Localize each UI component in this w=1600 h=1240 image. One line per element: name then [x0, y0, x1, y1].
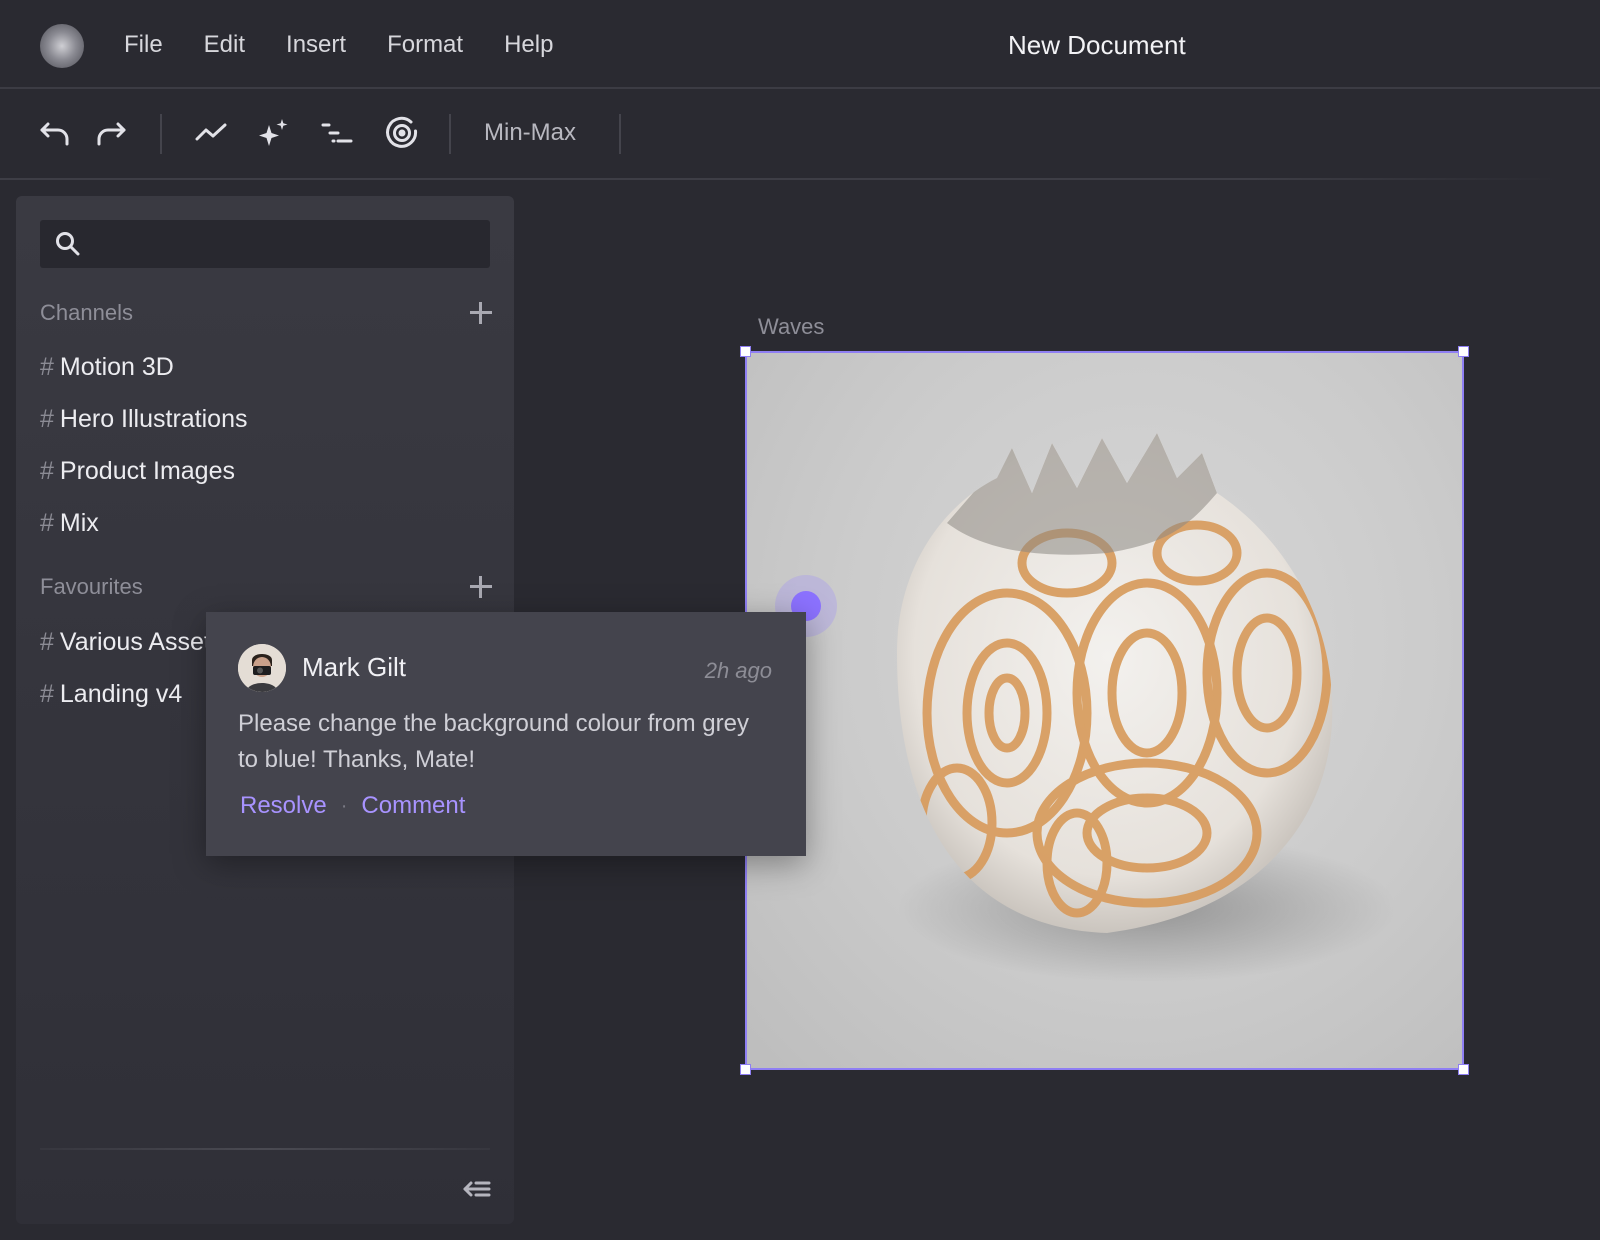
- add-channel-button[interactable]: [468, 300, 494, 326]
- channel-label: Mix: [59, 509, 99, 537]
- action-separator: ·: [340, 794, 348, 817]
- search-icon: [56, 232, 80, 256]
- hash-icon: #: [40, 353, 54, 381]
- target-tool-button[interactable]: [383, 114, 421, 152]
- toolbar-separator: [619, 114, 621, 154]
- comment-actions: Resolve · Comment: [240, 792, 465, 820]
- menu-edit[interactable]: Edit: [204, 31, 245, 59]
- hash-icon: #: [40, 405, 54, 433]
- list-indent-icon: [321, 123, 353, 143]
- favourite-item[interactable]: # Landing v4: [40, 680, 182, 709]
- comment-button[interactable]: Comment: [361, 792, 465, 820]
- channel-item[interactable]: # Product Images: [40, 457, 235, 486]
- hash-icon: #: [40, 457, 54, 485]
- artboard-frame[interactable]: [745, 351, 1464, 1070]
- toolbar-separator: [160, 114, 162, 154]
- favourites-heading: Favourites: [40, 574, 143, 599]
- vase-image: [897, 433, 1397, 983]
- comment-author: Mark Gilt: [302, 652, 406, 682]
- search-box: [40, 220, 490, 268]
- sidebar-divider: [40, 1148, 490, 1150]
- avatar: [238, 644, 286, 692]
- toolbar-divider: [0, 178, 1560, 180]
- add-favourite-button[interactable]: [468, 574, 494, 600]
- target-icon: [386, 116, 418, 148]
- frame-label: Waves: [758, 314, 825, 339]
- undo-button[interactable]: [36, 114, 74, 152]
- line-chart-icon: [195, 123, 227, 141]
- main-menu: File Edit Insert Format Help: [124, 0, 594, 89]
- undo-icon: [40, 122, 69, 146]
- favourite-label: Various Assets: [59, 628, 224, 656]
- search-input[interactable]: [94, 220, 484, 268]
- line-tool-button[interactable]: [192, 114, 230, 152]
- menu-insert[interactable]: Insert: [286, 31, 346, 59]
- comment-popup: Mark Gilt 2h ago Please change the backg…: [206, 612, 806, 856]
- channel-item[interactable]: # Motion 3D: [40, 353, 174, 382]
- collapse-sidebar-icon[interactable]: [462, 1174, 492, 1204]
- menu-file[interactable]: File: [124, 31, 163, 59]
- document-title[interactable]: New Document: [1008, 30, 1186, 61]
- resolve-button[interactable]: Resolve: [240, 792, 327, 820]
- comment-text: Please change the background colour from…: [238, 710, 749, 773]
- resize-handle-bottom-left[interactable]: [740, 1064, 751, 1075]
- channels-heading: Channels: [40, 300, 133, 325]
- resize-handle-top-left[interactable]: [740, 346, 751, 357]
- app-logo[interactable]: [40, 24, 84, 68]
- redo-icon: [97, 122, 126, 146]
- comment-timestamp: 2h ago: [704, 658, 772, 683]
- resize-handle-bottom-right[interactable]: [1458, 1064, 1469, 1075]
- channel-item[interactable]: # Hero Illustrations: [40, 405, 247, 434]
- indent-tool-button[interactable]: [318, 114, 356, 152]
- menu-format[interactable]: Format: [387, 31, 463, 59]
- menu-bar: File Edit Insert Format Help New Documen…: [0, 0, 1600, 89]
- favourite-item[interactable]: # Various Assets: [40, 628, 223, 657]
- channel-label: Motion 3D: [59, 353, 174, 381]
- menu-help[interactable]: Help: [504, 31, 553, 59]
- sparkle-icon: [259, 119, 288, 146]
- toolbar: [0, 91, 1600, 181]
- channel-label: Product Images: [59, 457, 235, 485]
- redo-button[interactable]: [92, 114, 130, 152]
- channel-item[interactable]: # Mix: [40, 509, 99, 538]
- channel-label: Hero Illustrations: [59, 405, 248, 433]
- hash-icon: #: [40, 680, 54, 708]
- hash-icon: #: [40, 628, 54, 656]
- min-max-toggle[interactable]: Min-Max: [484, 119, 576, 147]
- resize-handle-top-right[interactable]: [1458, 346, 1469, 357]
- sparkle-tool-button[interactable]: [254, 114, 292, 152]
- hash-icon: #: [40, 509, 54, 537]
- favourite-label: Landing v4: [59, 680, 183, 708]
- toolbar-separator: [449, 114, 451, 154]
